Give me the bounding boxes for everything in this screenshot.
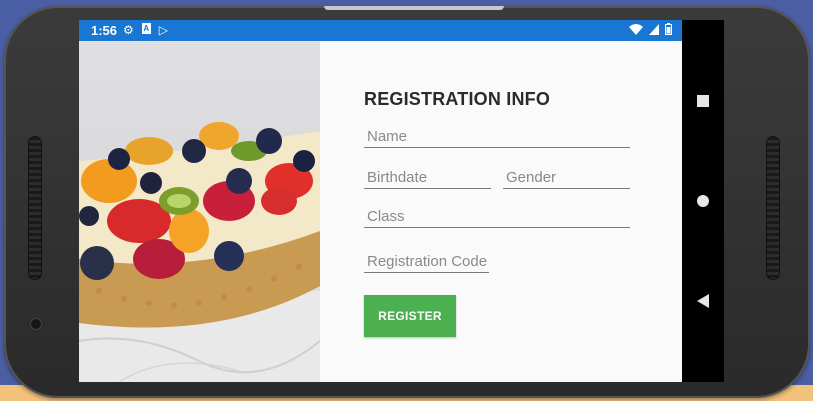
gear-icon: ⚙ (123, 23, 134, 37)
status-system-icons (629, 23, 672, 38)
name-input[interactable] (364, 125, 630, 147)
left-speaker-grille (29, 137, 41, 279)
birthdate-input[interactable] (364, 166, 491, 188)
registration-screen: REGISTRATION INFO REGISTER (79, 41, 682, 382)
navigation-bar (682, 20, 724, 382)
status-time: 1:56 (91, 23, 118, 38)
registration-code-field (364, 250, 489, 273)
circle-icon (697, 195, 709, 207)
home-button[interactable] (682, 180, 724, 222)
signal-icon (649, 23, 659, 38)
registration-form: REGISTRATION INFO REGISTER (320, 41, 682, 382)
birthdate-field (364, 166, 491, 189)
battery-icon (665, 23, 672, 38)
front-camera (31, 319, 41, 329)
back-triangle-icon (697, 294, 709, 308)
form-title: REGISTRATION INFO (364, 89, 551, 109)
a-icon: A (141, 23, 151, 34)
phone-top-button (324, 6, 504, 10)
class-input[interactable] (364, 205, 630, 227)
gender-field (503, 166, 630, 189)
name-field (364, 125, 630, 148)
gender-input[interactable] (503, 166, 630, 188)
status-bar: 1:56 ⚙ A ▷ (79, 20, 682, 41)
square-icon (697, 95, 709, 107)
play-store-icon: ▷ (158, 23, 168, 37)
right-speaker-grille (767, 137, 779, 279)
phone-screen: 1:56 ⚙ A ▷ REGISTRATION INFO Name Birthd… (79, 20, 724, 382)
recents-button[interactable] (682, 80, 724, 122)
wifi-icon (629, 23, 643, 38)
back-button[interactable] (682, 280, 724, 322)
class-field (364, 205, 630, 228)
fruit-tart-image (79, 41, 320, 382)
register-button[interactable]: REGISTER (364, 295, 456, 337)
registration-code-input[interactable] (364, 250, 489, 272)
status-notification-icons: ⚙ A ▷ (123, 23, 168, 37)
